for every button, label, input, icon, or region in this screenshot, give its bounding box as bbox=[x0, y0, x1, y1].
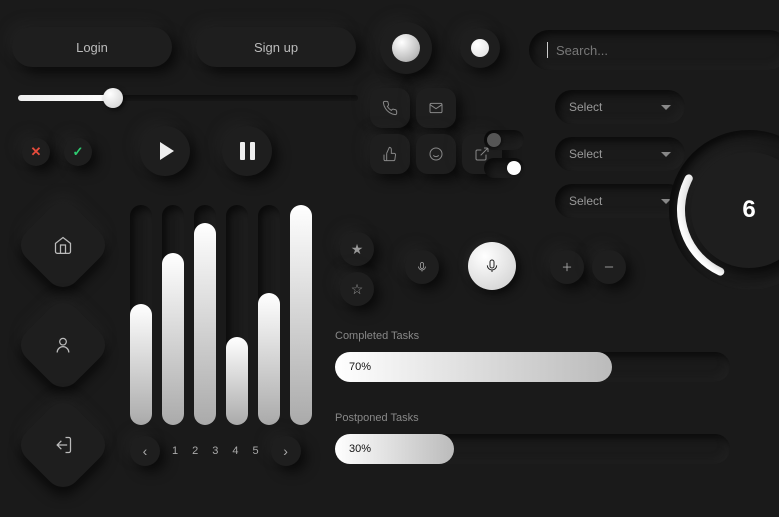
star-button-outline[interactable]: ☆ bbox=[340, 272, 374, 306]
select-label: Select bbox=[569, 194, 602, 208]
plus-icon bbox=[560, 260, 574, 274]
home-icon bbox=[53, 235, 73, 255]
dial[interactable]: 6 bbox=[669, 130, 779, 290]
eq-bar bbox=[162, 253, 184, 425]
login-button[interactable]: Login bbox=[12, 27, 172, 67]
x-icon: ✕ bbox=[31, 144, 42, 160]
postponed-label: Postponed Tasks bbox=[335, 412, 419, 424]
emoji-button[interactable] bbox=[416, 134, 456, 174]
text-cursor bbox=[547, 42, 548, 58]
postponed-progress: 30% bbox=[335, 434, 730, 464]
mail-button[interactable] bbox=[416, 88, 456, 128]
toggle-knob bbox=[487, 133, 501, 147]
record-button-small[interactable] bbox=[460, 28, 500, 68]
mail-icon bbox=[428, 100, 444, 116]
eq-slot[interactable] bbox=[290, 205, 312, 425]
thumbs-up-icon bbox=[382, 146, 398, 162]
search-input[interactable]: Search... bbox=[529, 30, 779, 70]
eq-slot[interactable] bbox=[258, 205, 280, 425]
icon-grid bbox=[370, 88, 502, 174]
record-button-large[interactable] bbox=[380, 22, 432, 74]
eq-slot[interactable] bbox=[130, 205, 152, 425]
completed-progress: 70% bbox=[335, 352, 730, 382]
nav-logout[interactable] bbox=[14, 396, 113, 495]
accept-button[interactable]: ✓ bbox=[64, 138, 92, 166]
slider[interactable] bbox=[18, 95, 358, 101]
chevron-down-icon bbox=[661, 105, 671, 110]
eq-bar bbox=[130, 304, 152, 425]
check-icon: ✓ bbox=[73, 144, 84, 160]
chevron-right-icon: › bbox=[283, 443, 288, 459]
play-button[interactable] bbox=[140, 126, 190, 176]
plus-button[interactable] bbox=[550, 250, 584, 284]
postponed-pct: 30% bbox=[349, 443, 371, 455]
eq-bar bbox=[226, 337, 248, 425]
pagination: ‹ 1 2 3 4 5 › bbox=[130, 436, 301, 466]
postponed-fill: 30% bbox=[335, 434, 454, 464]
page-number[interactable]: 2 bbox=[190, 445, 200, 457]
login-label: Login bbox=[76, 40, 108, 55]
page-number[interactable]: 3 bbox=[210, 445, 220, 457]
star-button-filled[interactable]: ★ bbox=[340, 232, 374, 266]
search-placeholder: Search... bbox=[556, 43, 608, 58]
like-button[interactable] bbox=[370, 134, 410, 174]
slider-fill bbox=[18, 95, 113, 101]
select-1[interactable]: Select bbox=[555, 90, 685, 124]
chevron-left-icon: ‹ bbox=[143, 443, 148, 459]
user-icon bbox=[53, 335, 73, 355]
phone-icon bbox=[382, 100, 398, 116]
mic-icon bbox=[484, 258, 500, 274]
star-filled-icon: ★ bbox=[351, 241, 364, 258]
mic-icon bbox=[416, 261, 428, 273]
eq-slot[interactable] bbox=[194, 205, 216, 425]
eq-bar bbox=[258, 293, 280, 425]
play-icon bbox=[160, 142, 174, 160]
mic-button-small[interactable] bbox=[405, 250, 439, 284]
toggle-on[interactable] bbox=[484, 158, 524, 178]
toggle-knob bbox=[507, 161, 521, 175]
select-label: Select bbox=[569, 100, 602, 114]
slider-thumb[interactable] bbox=[103, 88, 123, 108]
signup-label: Sign up bbox=[254, 40, 298, 55]
nav-home[interactable] bbox=[14, 196, 113, 295]
eq-bar bbox=[290, 205, 312, 425]
phone-button[interactable] bbox=[370, 88, 410, 128]
select-3[interactable]: Select bbox=[555, 184, 685, 218]
completed-pct: 70% bbox=[349, 361, 371, 373]
signup-button[interactable]: Sign up bbox=[196, 27, 356, 67]
equalizer[interactable] bbox=[130, 205, 320, 425]
completed-fill: 70% bbox=[335, 352, 612, 382]
page-prev[interactable]: ‹ bbox=[130, 436, 160, 466]
select-label: Select bbox=[569, 147, 602, 161]
toggle-off[interactable] bbox=[484, 130, 524, 150]
completed-label: Completed Tasks bbox=[335, 330, 419, 342]
eq-bar bbox=[194, 223, 216, 425]
reject-button[interactable]: ✕ bbox=[22, 138, 50, 166]
logout-icon bbox=[53, 435, 73, 455]
record-dot-icon bbox=[392, 34, 420, 62]
page-next[interactable]: › bbox=[271, 436, 301, 466]
page-number[interactable]: 5 bbox=[251, 445, 261, 457]
page-number[interactable]: 4 bbox=[230, 445, 240, 457]
smile-icon bbox=[428, 146, 444, 162]
nav-profile[interactable] bbox=[14, 296, 113, 395]
minus-icon bbox=[602, 260, 616, 274]
eq-slot[interactable] bbox=[162, 205, 184, 425]
select-2[interactable]: Select bbox=[555, 137, 685, 171]
eq-slot[interactable] bbox=[226, 205, 248, 425]
record-dot-icon bbox=[471, 39, 489, 57]
pause-icon bbox=[240, 142, 255, 160]
page-number[interactable]: 1 bbox=[170, 445, 180, 457]
minus-button[interactable] bbox=[592, 250, 626, 284]
pause-button[interactable] bbox=[222, 126, 272, 176]
mic-button-large[interactable] bbox=[468, 242, 516, 290]
star-outline-icon: ☆ bbox=[351, 281, 364, 298]
